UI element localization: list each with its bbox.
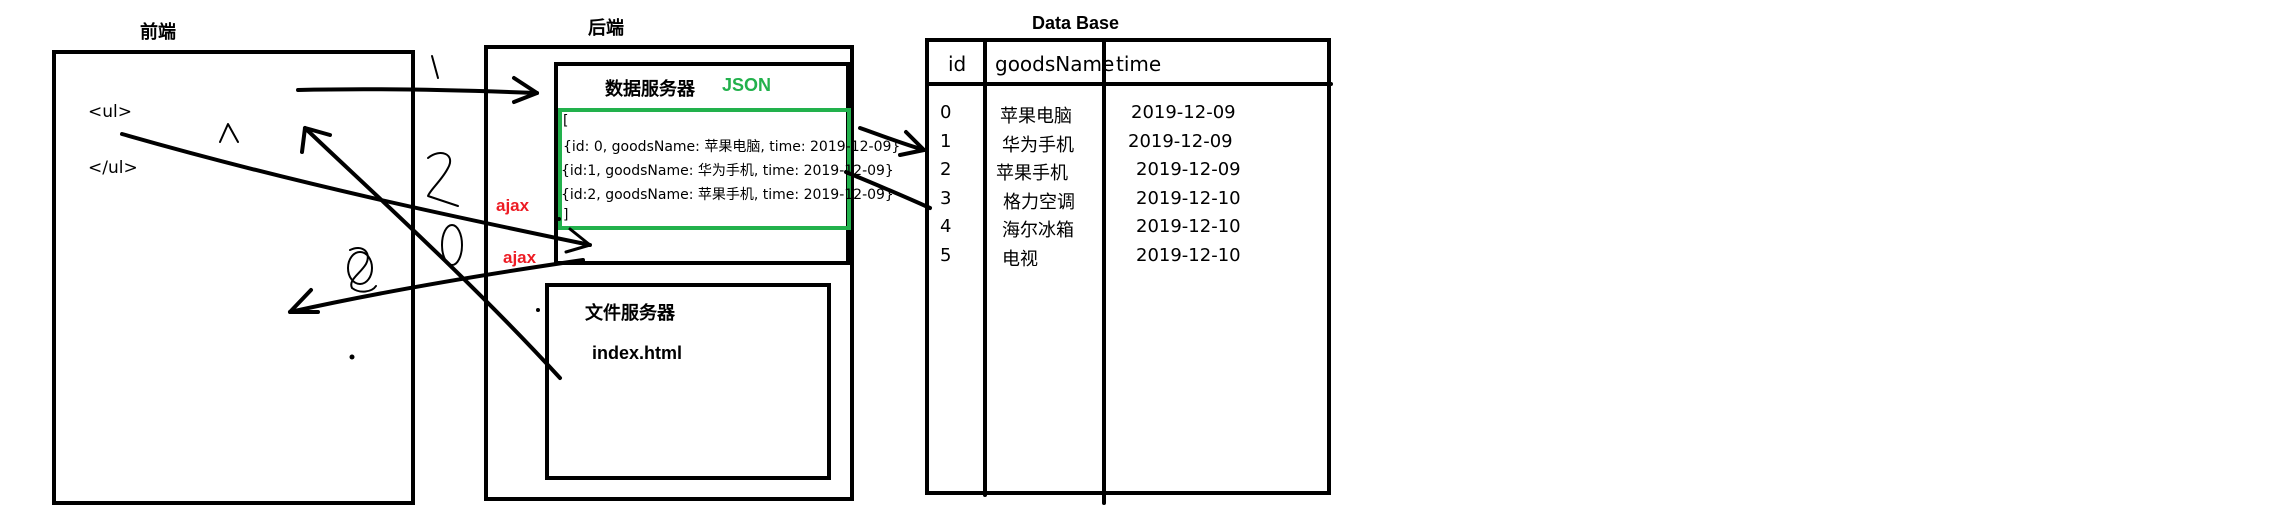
diagram-canvas: 前端 <ul> </ul> 后端 数据服务器 JSON [ {id: 0, go… [0, 0, 2292, 518]
frontend-title: 前端 [140, 22, 176, 42]
column-header-id: id [948, 52, 967, 76]
table-cell-time: 2019-12-10 [1136, 188, 1241, 209]
table-cell-time: 2019-12-10 [1136, 245, 1241, 266]
index-file-name: index.html [592, 343, 683, 363]
table-cell-id: 4 [940, 216, 952, 237]
json-line: {id:1, goodsName: 华为手机, time: 2019-12-09… [561, 163, 894, 179]
json-line: {id:2, goodsName: 苹果手机, time: 2019-12-09… [561, 187, 894, 203]
json-line: [ [563, 113, 569, 129]
column-header-goodsname: goodsName [995, 52, 1115, 76]
table-cell-id: 3 [940, 188, 952, 209]
step-number-2 [427, 152, 459, 207]
table-cell-id: 0 [940, 102, 952, 123]
json-line: {id: 0, goodsName: 苹果电脑, time: 2019-12-0… [563, 139, 901, 155]
table-cell-goodsname: 海尔冰箱 [1002, 220, 1074, 241]
table-cell-id: 2 [940, 159, 952, 180]
table-cell-goodsname: 格力空调 [1003, 192, 1075, 213]
data-server-title: 数据服务器 [605, 79, 695, 99]
ajax-response-label: ajax [503, 248, 537, 267]
table-cell-id: 5 [940, 245, 952, 266]
table-cell-goodsname: 电视 [1002, 249, 1038, 270]
step-number-1 [431, 55, 439, 79]
arrow-head [898, 130, 926, 157]
database-title: Data Base [1032, 13, 1120, 33]
column-header-time: time [1116, 52, 1162, 76]
ul-close-tag: </ul> [88, 158, 138, 178]
table-cell-time: 2019-12-10 [1136, 216, 1241, 237]
ul-open-tag: <ul> [88, 102, 132, 122]
step-number-0 [441, 224, 463, 266]
database-table [925, 38, 1331, 495]
file-server-title: 文件服务器 [585, 303, 675, 323]
json-label: JSON [722, 75, 772, 95]
ajax-request-label: ajax [496, 196, 530, 215]
table-cell-time: 2019-12-09 [1131, 102, 1236, 123]
json-line: ] [563, 207, 569, 223]
table-cell-id: 1 [940, 131, 952, 152]
table-cell-time: 2019-12-09 [1136, 159, 1241, 180]
table-cell-goodsname: 苹果手机 [996, 163, 1068, 184]
table-cell-time: 2019-12-09 [1128, 131, 1233, 152]
table-cell-goodsname: 苹果电脑 [1000, 106, 1072, 127]
table-cell-goodsname: 华为手机 [1002, 135, 1074, 156]
backend-title: 后端 [588, 18, 624, 38]
